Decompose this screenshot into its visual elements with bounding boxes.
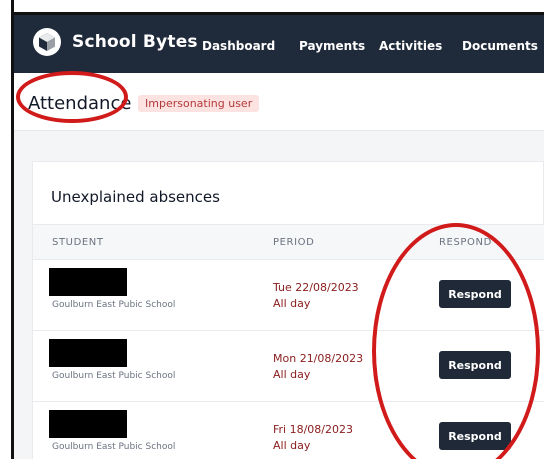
page-header: Attendance Impersonating user [14, 73, 544, 131]
student-school: Goulburn East Pubic School [52, 442, 176, 452]
nav-documents[interactable]: Documents [462, 39, 538, 53]
table-row: Goulburn East Pubic School Tue 22/08/202… [33, 260, 544, 331]
absence-date: Tue 22/08/2023 [273, 281, 359, 294]
absence-time: All day [273, 368, 311, 381]
nav-payments[interactable]: Payments [299, 39, 365, 53]
nav-activities[interactable]: Activities [379, 39, 442, 53]
page-title: Attendance [28, 93, 132, 114]
table-header: STUDENT PERIOD RESPOND [33, 224, 544, 260]
nav-dashboard[interactable]: Dashboard [202, 39, 275, 53]
redacted-student-name [49, 268, 127, 296]
respond-button[interactable]: Respond [439, 280, 511, 308]
absence-date: Fri 18/08/2023 [273, 423, 354, 436]
absence-date: Mon 21/08/2023 [273, 352, 364, 365]
brand-name[interactable]: School Bytes [72, 32, 198, 52]
impersonating-badge: Impersonating user [138, 95, 260, 112]
respond-button[interactable]: Respond [439, 351, 511, 379]
column-header-respond: RESPOND [439, 237, 492, 248]
student-school: Goulburn East Pubic School [52, 300, 176, 310]
absence-time: All day [273, 439, 311, 452]
top-navigation-bar: School Bytes Dashboard Payments Activiti… [14, 15, 544, 73]
card-title: Unexplained absences [51, 188, 220, 206]
column-header-student: STUDENT [52, 237, 104, 248]
school-bytes-logo-icon[interactable] [32, 27, 62, 57]
absence-time: All day [273, 297, 311, 310]
table-row: Goulburn East Pubic School Mon 21/08/202… [33, 331, 544, 402]
left-frame-border [0, 0, 14, 459]
table-row: Goulburn East Pubic School Fri 18/08/202… [33, 402, 544, 459]
respond-button[interactable]: Respond [439, 422, 511, 450]
browser-frame: School Bytes Dashboard Payments Activiti… [14, 12, 544, 459]
unexplained-absences-card: Unexplained absences STUDENT PERIOD RESP… [32, 161, 544, 459]
student-school: Goulburn East Pubic School [52, 371, 176, 381]
absence-period: Mon 21/08/2023 All day [273, 351, 363, 383]
column-header-period: PERIOD [273, 237, 315, 248]
redacted-student-name [49, 410, 127, 438]
absence-period: Fri 18/08/2023 All day [273, 422, 353, 454]
absence-period: Tue 22/08/2023 All day [273, 280, 359, 312]
redacted-student-name [49, 339, 127, 367]
